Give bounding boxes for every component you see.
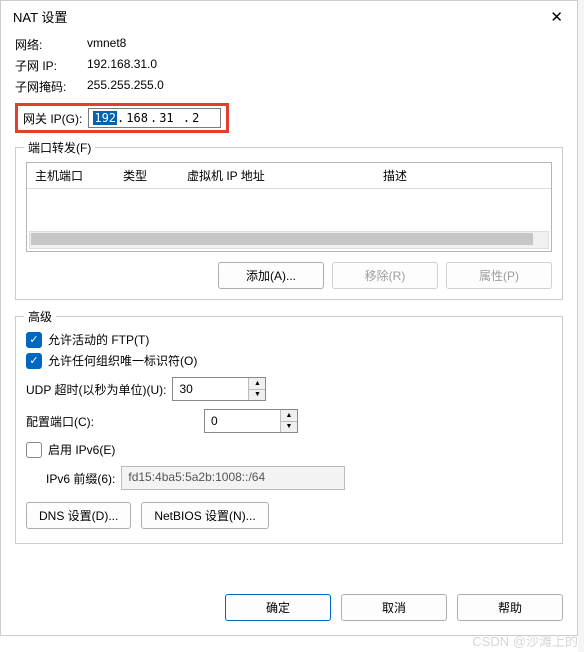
ipv6-label: 启用 IPv6(E) (48, 441, 115, 458)
ok-button[interactable]: 确定 (225, 594, 331, 621)
ipv6-prefix-label: IPv6 前缀(6): (46, 470, 115, 487)
ftp-checkbox[interactable] (26, 332, 42, 348)
advanced-title: 高级 (24, 308, 56, 325)
dialog-title: NAT 设置 (13, 7, 67, 26)
col-type[interactable]: 类型 (115, 167, 179, 184)
add-button[interactable]: 添加(A)... (218, 262, 324, 289)
table-header: 主机端口 类型 虚拟机 IP 地址 描述 (27, 163, 551, 189)
close-icon[interactable]: ✕ (546, 8, 567, 26)
ftp-label: 允许活动的 FTP(T) (48, 331, 149, 348)
cancel-button[interactable]: 取消 (341, 594, 447, 621)
help-button[interactable]: 帮助 (457, 594, 563, 621)
orgid-checkbox[interactable] (26, 353, 42, 369)
subnet-mask-label: 子网掩码: (15, 78, 87, 95)
network-info: 网络: vmnet8 子网 IP: 192.168.31.0 子网掩码: 255… (15, 36, 563, 95)
orgid-label: 允许任何组织唯一标识符(O) (48, 352, 197, 369)
udp-timeout-label: UDP 超时(以秒为单位)(U): (26, 381, 166, 398)
gateway-octet-2[interactable]: 168 (124, 111, 150, 125)
network-label: 网络: (15, 36, 87, 53)
spinner-up-icon[interactable]: ▲ (281, 410, 297, 422)
col-desc[interactable]: 描述 (375, 167, 551, 184)
netbios-settings-button[interactable]: NetBIOS 设置(N)... (141, 502, 268, 529)
background-strip (578, 0, 584, 652)
scrollbar-thumb[interactable] (31, 233, 533, 245)
ftp-checkbox-row: 允许活动的 FTP(T) (26, 331, 552, 348)
port-forwarding-title: 端口转发(F) (24, 139, 95, 156)
nat-settings-dialog: NAT 设置 ✕ 网络: vmnet8 子网 IP: 192.168.31.0 … (0, 0, 578, 636)
titlebar: NAT 设置 ✕ (1, 1, 577, 30)
horizontal-scrollbar[interactable] (29, 231, 549, 249)
port-forwarding-buttons: 添加(A)... 移除(R) 属性(P) (26, 262, 552, 289)
config-port-input[interactable]: 0 ▲ ▼ (204, 409, 298, 433)
udp-timeout-value[interactable]: 30 (173, 378, 248, 400)
network-value: vmnet8 (87, 36, 563, 53)
orgid-checkbox-row: 允许任何组织唯一标识符(O) (26, 352, 552, 369)
ipv6-prefix-row: IPv6 前缀(6): fd15:4ba5:5a2b:1008::/64 (46, 466, 552, 490)
col-vm-ip[interactable]: 虚拟机 IP 地址 (179, 167, 375, 184)
col-host-port[interactable]: 主机端口 (27, 167, 115, 184)
dns-settings-button[interactable]: DNS 设置(D)... (26, 502, 131, 529)
config-port-spinner[interactable]: ▲ ▼ (280, 410, 297, 432)
remove-button: 移除(R) (332, 262, 438, 289)
subnet-mask-value: 255.255.255.0 (87, 78, 563, 95)
ipv6-checkbox[interactable] (26, 442, 42, 458)
gateway-octet-1[interactable]: 192 (93, 111, 117, 125)
gateway-octet-3[interactable]: 31 (157, 111, 175, 125)
ipv6-checkbox-row: 启用 IPv6(E) (26, 441, 552, 458)
gateway-ip-input[interactable]: 192 . 168 . 31 . 2 (88, 108, 220, 128)
dialog-footer-buttons: 确定 取消 帮助 (225, 594, 563, 621)
subnet-ip-value: 192.168.31.0 (87, 57, 563, 74)
port-forwarding-group: 端口转发(F) 主机端口 类型 虚拟机 IP 地址 描述 添加(A)... 移除… (15, 147, 563, 300)
port-forwarding-table[interactable]: 主机端口 类型 虚拟机 IP 地址 描述 (26, 162, 552, 252)
gateway-ip-row: 网关 IP(G): 192 . 168 . 31 . 2 (15, 103, 229, 133)
spinner-up-icon[interactable]: ▲ (249, 378, 265, 390)
config-port-label: 配置端口(C): (26, 413, 198, 430)
config-port-row: 配置端口(C): 0 ▲ ▼ (26, 409, 552, 433)
advanced-buttons: DNS 设置(D)... NetBIOS 设置(N)... (26, 502, 552, 529)
subnet-ip-label: 子网 IP: (15, 57, 87, 74)
udp-timeout-spinner[interactable]: ▲ ▼ (248, 378, 265, 400)
ipv6-prefix-input: fd15:4ba5:5a2b:1008::/64 (121, 466, 345, 490)
udp-timeout-input[interactable]: 30 ▲ ▼ (172, 377, 266, 401)
advanced-group: 高级 允许活动的 FTP(T) 允许任何组织唯一标识符(O) UDP 超时(以秒… (15, 316, 563, 544)
spinner-down-icon[interactable]: ▼ (249, 390, 265, 401)
udp-timeout-row: UDP 超时(以秒为单位)(U): 30 ▲ ▼ (26, 377, 552, 401)
gateway-ip-label: 网关 IP(G): (23, 110, 82, 127)
properties-button: 属性(P) (446, 262, 552, 289)
spinner-down-icon[interactable]: ▼ (281, 422, 297, 433)
gateway-octet-4[interactable]: 2 (190, 111, 201, 125)
config-port-value[interactable]: 0 (205, 410, 280, 432)
